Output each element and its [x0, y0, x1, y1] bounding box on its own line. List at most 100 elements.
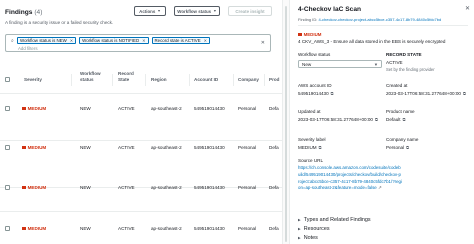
workflow-status-select[interactable]: New ▼ [298, 60, 382, 68]
detail-severity-badge: MEDIUM [298, 32, 321, 37]
section-notes[interactable]: ▶ Notes [298, 235, 318, 241]
column-header-company[interactable]: Company [238, 77, 259, 83]
section-resources[interactable]: ▶ Resources [298, 226, 330, 232]
section-types-related-findings[interactable]: ▶ Types and Related Findings [298, 217, 371, 223]
table-row[interactable] [0, 205, 282, 244]
company-name-text: Personal [386, 145, 405, 150]
select-all-checkbox[interactable] [5, 77, 10, 82]
workflow-status-cell: NEW [80, 106, 91, 111]
copy-icon[interactable]: ⧉ [403, 117, 406, 122]
column-header-account-id[interactable]: Account ID [194, 77, 218, 83]
product-name-label: Product name [386, 109, 415, 114]
severity-badge: MEDIUM [22, 145, 46, 150]
add-filters-input[interactable]: Add filters [18, 46, 38, 51]
product-cell: Defa [269, 145, 279, 150]
column-header-severity[interactable]: Severity [24, 77, 42, 83]
account-id-value: 549519014430 ⧉ [298, 91, 334, 96]
source-url-text[interactable]: https://ch.console.aws.amazon.com/codesu… [298, 165, 402, 190]
create-insight-button[interactable]: Create insight [228, 6, 272, 16]
column-header-product[interactable]: Prod [269, 77, 279, 83]
close-icon[interactable]: ✕ [70, 38, 73, 43]
product-name-value: Default ⧉ [386, 117, 406, 122]
findings-count: (4) [34, 9, 43, 16]
severity-badge: MEDIUM [22, 106, 46, 111]
close-icon[interactable]: ✕ [142, 38, 145, 43]
severity-text: MEDIUM [27, 106, 47, 111]
column-separator [189, 74, 190, 86]
row-checkbox[interactable] [5, 106, 10, 111]
company-cell: Personal [238, 185, 257, 190]
updated-at-label: Updated at [298, 109, 321, 114]
copy-icon[interactable]: ⧉ [319, 145, 322, 150]
scrollbar[interactable] [285, 6, 287, 242]
updated-at-text: 2023-03-17T06:58:31.277648+00:00 [298, 117, 373, 122]
findings-title-text: Findings [5, 9, 33, 16]
workflow-status-button[interactable]: Workflow status ▼ [174, 6, 220, 16]
copy-icon[interactable]: ⧉ [406, 145, 409, 150]
caret-down-icon: ▼ [157, 9, 161, 13]
source-url-label: Source URL [298, 158, 324, 163]
company-name-label: Company name [386, 137, 419, 142]
region-cell: ap-southeast-2 [151, 226, 182, 231]
workflow-status-cell: NEW [80, 226, 91, 231]
severity-square-icon [22, 226, 26, 231]
actions-button[interactable]: Actions ▼ [134, 6, 166, 16]
severity-text: MEDIUM [27, 226, 47, 231]
close-icon[interactable]: ✕ [261, 40, 265, 46]
account-id-cell: 549519014430 [194, 145, 225, 150]
workflow-status-button-label: Workflow status [177, 8, 212, 14]
product-name-text: Default [386, 117, 401, 122]
column-separator [264, 74, 265, 86]
copy-icon[interactable]: ⧉ [463, 91, 466, 96]
external-link-icon[interactable]: ↗ [378, 185, 382, 190]
table-row[interactable] [0, 94, 282, 141]
expand-triangle-icon: ▶ [298, 227, 301, 231]
findings-title: Findings (4) [5, 9, 42, 16]
column-header-region[interactable]: Region [151, 77, 167, 83]
column-separator [71, 74, 72, 86]
close-icon[interactable]: ✕ [465, 5, 470, 12]
workflow-status-label: Workflow status [298, 52, 331, 57]
severity-label-value: MEDIUM ⧉ [298, 145, 322, 150]
record-state-cell: ACTIVE [118, 226, 135, 231]
search-icon: ⌕ [11, 38, 14, 44]
finding-description: 4 CKV_AWS_3 - Ensure all data stored in … [298, 39, 446, 44]
product-cell: Defa [269, 226, 279, 231]
filter-token-label: Workflow status is NOTIFIED [82, 38, 140, 43]
actions-button-label: Actions [139, 8, 156, 14]
source-url-link[interactable]: https://ch.console.aws.amazon.com/codesu… [298, 165, 402, 192]
severity-text: MEDIUM [27, 185, 47, 190]
filter-token[interactable]: Workflow status is NOTIFIED ✕ [79, 37, 149, 44]
severity-square-icon [22, 106, 26, 111]
severity-badge: MEDIUM [22, 185, 46, 190]
filter-token-label: Workflow status is NEW [20, 38, 67, 43]
caret-down-icon: ▼ [373, 61, 378, 67]
filter-tokens: Workflow status is NEW ✕ Workflow status… [17, 37, 210, 44]
region-cell: ap-southeast-2 [151, 106, 182, 111]
close-icon[interactable]: ✕ [204, 38, 207, 43]
column-separator [233, 74, 234, 86]
findings-panel: Findings (4) A finding is a security iss… [0, 0, 282, 244]
record-state-cell: ACTIVE [118, 185, 135, 190]
filter-token[interactable]: Record state is ACTIVE ✕ [151, 37, 210, 44]
product-cell: Defa [269, 106, 279, 111]
filter-token[interactable]: Workflow status is NEW ✕ [17, 37, 77, 44]
severity-square-icon [22, 145, 26, 150]
finding-id: Finding ID: 4-checkov-checkov-project-ab… [298, 17, 441, 22]
detail-severity-text: MEDIUM [303, 32, 322, 37]
severity-label-text: MEDIUM [298, 145, 317, 150]
copy-icon[interactable]: ⧉ [331, 91, 334, 96]
row-checkbox[interactable] [5, 145, 10, 150]
row-checkbox[interactable] [5, 226, 10, 231]
row-checkbox[interactable] [5, 185, 10, 190]
section-notes-label: Notes [303, 235, 318, 241]
column-header-record-state[interactable]: Record State [118, 71, 140, 82]
filter-bar[interactable]: ⌕ Workflow status is NEW ✕ Workflow stat… [5, 34, 271, 52]
copy-icon[interactable]: ⧉ [375, 117, 378, 122]
finding-detail-panel: 4-Checkov IaC Scan ✕ Finding ID: 4-check… [290, 0, 474, 244]
column-separator [145, 74, 146, 86]
account-id-cell: 549519014430 [194, 226, 225, 231]
column-header-workflow-status[interactable]: Workflow status [80, 71, 108, 82]
record-state-cell: ACTIVE [118, 145, 135, 150]
region-cell: ap-southeast-2 [151, 145, 182, 150]
